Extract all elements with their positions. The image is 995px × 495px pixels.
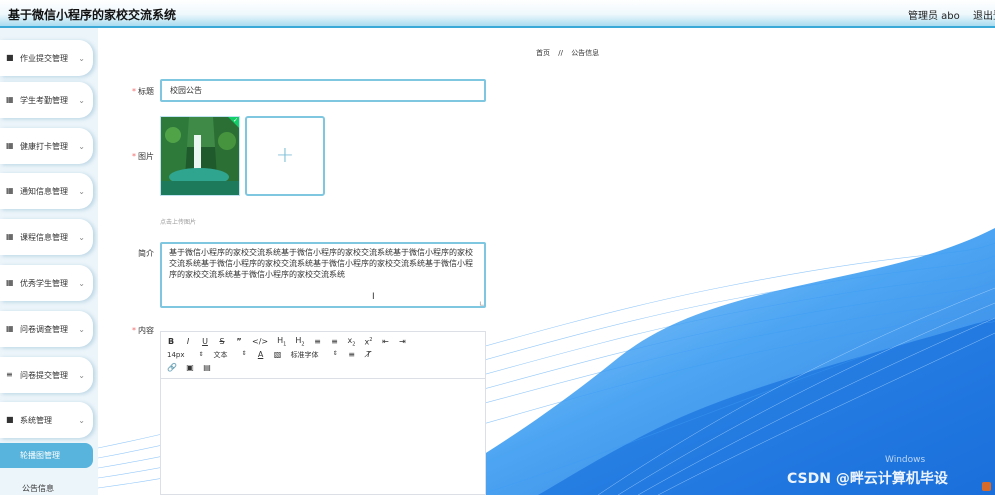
breadcrumb-current: 公告信息 bbox=[571, 49, 600, 57]
font-size-select[interactable]: 14px ⇕ bbox=[167, 351, 204, 359]
sidebar-item-homework[interactable]: ■ 作业提交管理 ⌄ bbox=[0, 40, 93, 76]
video-insert-icon[interactable]: ▤ bbox=[203, 363, 211, 372]
grid-icon: ▦ bbox=[6, 278, 14, 287]
menu-icon: ■ bbox=[6, 415, 14, 424]
main-content: 首页 // 公告信息 *标题 *图片 ✓ + 点击上传图片 简介 基于微信小程序… bbox=[98, 28, 995, 495]
indent-icon[interactable]: ⇥ bbox=[399, 337, 407, 346]
resize-grip-icon[interactable]: ∟ bbox=[479, 300, 485, 308]
check-icon: ✓ bbox=[232, 117, 238, 124]
image-upload-button[interactable]: + bbox=[245, 116, 325, 196]
align-icon[interactable]: ≡ bbox=[348, 350, 356, 359]
chevron-down-icon: ⌄ bbox=[78, 186, 85, 196]
windows-activation-watermark: Windows bbox=[885, 455, 926, 465]
logout-link[interactable]: 退出登录 bbox=[973, 7, 995, 22]
heading-2-icon[interactable]: H2 bbox=[295, 336, 304, 348]
strikethrough-icon[interactable]: S bbox=[218, 337, 226, 346]
content-label: * 内容 bbox=[132, 326, 154, 335]
chevron-down-icon: ⌄ bbox=[78, 324, 85, 334]
font-color-icon[interactable]: A bbox=[257, 350, 265, 359]
bullet-list-icon[interactable]: ≡ bbox=[331, 337, 339, 346]
editor-content-area[interactable] bbox=[161, 379, 485, 495]
breadcrumb-home[interactable]: 首页 bbox=[536, 49, 550, 57]
sidebar-item-survey-submit[interactable]: ≡ 问卷提交管理 ⌄ bbox=[0, 357, 93, 393]
intro-textarea[interactable]: 基于微信小程序的家校交流系统基于微信小程序的家校交流系统基于微信小程序的家校交流… bbox=[160, 242, 486, 308]
grid-icon: ▦ bbox=[6, 324, 14, 333]
sidebar-item-survey[interactable]: ▦ 问卷调查管理 ⌄ bbox=[0, 311, 93, 347]
sidebar-item-attendance[interactable]: ▦ 学生考勤管理 ⌄ bbox=[0, 82, 93, 118]
editor-toolbar: B I U S ” </> H1 H2 ≡ ≡ x2 x2 ⇤ ⇥ 14px ⇕ … bbox=[161, 332, 485, 379]
sidebar-item-label: 系统管理 bbox=[20, 415, 52, 425]
required-mark: * bbox=[132, 326, 136, 335]
underline-icon[interactable]: U bbox=[201, 337, 209, 346]
chevron-down-icon: ⌄ bbox=[78, 232, 85, 242]
sidebar-item-label: 健康打卡管理 bbox=[20, 141, 68, 151]
current-user-label: 管理员 abo bbox=[908, 11, 960, 22]
chevron-down-icon: ⌄ bbox=[78, 53, 85, 63]
waterfall-image bbox=[161, 117, 239, 195]
ordered-list-icon[interactable]: ≡ bbox=[314, 337, 322, 346]
sidebar-subitem-carousel[interactable]: 轮播图管理 bbox=[0, 443, 93, 468]
breadcrumb-separator: // bbox=[558, 49, 563, 57]
chevron-down-icon: ⌄ bbox=[78, 95, 85, 105]
sidebar-item-label: 通知信息管理 bbox=[20, 186, 68, 196]
chevron-updown-icon: ⇕ bbox=[198, 350, 204, 358]
intro-label: 简介 bbox=[138, 249, 154, 258]
menu-icon: ■ bbox=[6, 53, 14, 62]
block-format-select[interactable]: 文本 ⇕ bbox=[214, 350, 247, 360]
sidebar: ■ 作业提交管理 ⌄ ▦ 学生考勤管理 ⌄ ▦ 健康打卡管理 ⌄ ▦ 通知信息管… bbox=[0, 28, 98, 495]
font-family-select[interactable]: 标准字体 ⇕ bbox=[291, 350, 338, 360]
text-cursor-icon: I bbox=[372, 292, 375, 302]
sidebar-item-label: 优秀学生管理 bbox=[20, 278, 68, 288]
blockquote-icon[interactable]: ” bbox=[235, 337, 243, 346]
sidebar-item-label: 课程信息管理 bbox=[20, 232, 68, 242]
chevron-down-icon: ⌄ bbox=[78, 370, 85, 380]
italic-icon[interactable]: I bbox=[184, 337, 192, 346]
grid-icon: ▦ bbox=[6, 232, 14, 241]
csdn-watermark: CSDN @畔云计算机毕设 bbox=[787, 471, 948, 487]
chevron-down-icon: ⌄ bbox=[78, 278, 85, 288]
chevron-down-icon: ⌄ bbox=[78, 415, 85, 425]
heading-1-icon[interactable]: H1 bbox=[277, 336, 286, 348]
sidebar-item-label: 学生考勤管理 bbox=[20, 95, 68, 105]
app-title: 基于微信小程序的家校交流系统 bbox=[8, 8, 177, 22]
clear-format-icon[interactable]: T̸ bbox=[365, 350, 373, 359]
uploaded-image-thumbnail[interactable]: ✓ bbox=[160, 116, 240, 196]
sidebar-subitem-announcement[interactable]: 公告信息 bbox=[22, 483, 54, 494]
sidebar-item-system[interactable]: ■ 系统管理 ⌄ bbox=[0, 402, 93, 438]
code-block-icon[interactable]: </> bbox=[252, 337, 268, 346]
sidebar-item-health[interactable]: ▦ 健康打卡管理 ⌄ bbox=[0, 128, 93, 164]
rich-text-editor: B I U S ” </> H1 H2 ≡ ≡ x2 x2 ⇤ ⇥ 14px ⇕ … bbox=[160, 331, 486, 495]
required-mark: * bbox=[132, 152, 136, 161]
breadcrumb: 首页 // 公告信息 bbox=[536, 48, 605, 58]
sidebar-item-course[interactable]: ▦ 课程信息管理 ⌄ bbox=[0, 219, 93, 255]
bold-icon[interactable]: B bbox=[167, 337, 175, 346]
title-input[interactable] bbox=[160, 79, 486, 102]
image-insert-icon[interactable]: ▣ bbox=[186, 363, 194, 372]
plus-icon: + bbox=[275, 143, 295, 168]
superscript-icon[interactable]: x2 bbox=[365, 337, 373, 347]
title-label: * 标题 bbox=[132, 87, 154, 96]
grid-icon: ▦ bbox=[6, 95, 14, 104]
scroll-to-top-button[interactable] bbox=[982, 482, 991, 491]
outdent-icon[interactable]: ⇤ bbox=[382, 337, 390, 346]
top-header: 基于微信小程序的家校交流系统 管理员 abo 退出登录 bbox=[0, 0, 995, 28]
list-icon: ≡ bbox=[6, 370, 13, 379]
upload-tip: 点击上传图片 bbox=[160, 219, 197, 226]
required-mark: * bbox=[132, 87, 136, 96]
chevron-updown-icon: ⇕ bbox=[332, 349, 338, 357]
image-label: * 图片 bbox=[132, 152, 154, 161]
sidebar-item-label: 问卷提交管理 bbox=[20, 370, 68, 380]
link-icon[interactable]: 🔗 bbox=[167, 363, 177, 372]
subscript-icon[interactable]: x2 bbox=[348, 336, 356, 348]
sidebar-item-label: 作业提交管理 bbox=[20, 53, 68, 63]
chevron-down-icon: ⌄ bbox=[78, 141, 85, 151]
sidebar-item-excellent-student[interactable]: ▦ 优秀学生管理 ⌄ bbox=[0, 265, 93, 301]
grid-icon: ▦ bbox=[6, 186, 14, 195]
grid-icon: ▦ bbox=[6, 141, 14, 150]
sidebar-item-notice[interactable]: ▦ 通知信息管理 ⌄ bbox=[0, 173, 93, 209]
chevron-updown-icon: ⇕ bbox=[241, 349, 247, 357]
background-color-icon[interactable]: ▧ bbox=[274, 350, 282, 359]
sidebar-item-label: 问卷调查管理 bbox=[20, 324, 68, 334]
